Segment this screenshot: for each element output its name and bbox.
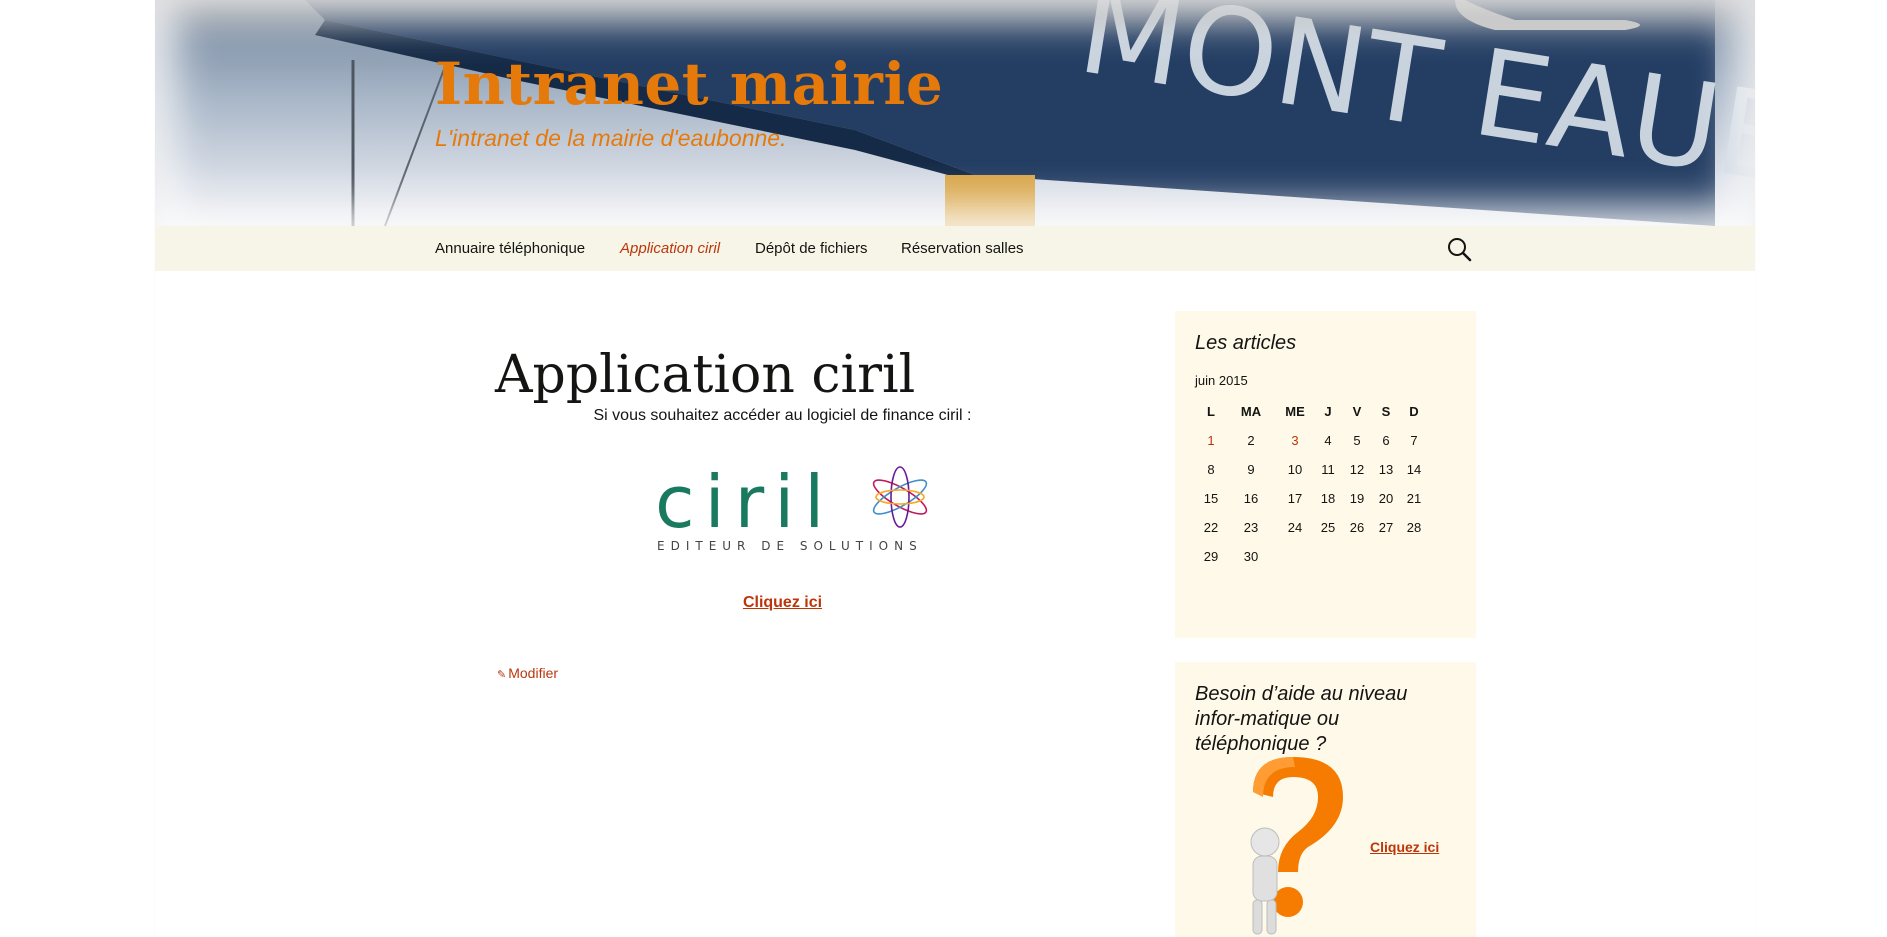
site-description: L'intranet de la mairie d'eaubonne. [435, 125, 787, 151]
search-icon[interactable] [1445, 235, 1473, 263]
calendar-day: 27 [1378, 520, 1394, 535]
calendar-day: 7 [1410, 433, 1418, 448]
calendar-day[interactable]: 3 [1275, 426, 1315, 455]
calendar-day: 30 [1243, 549, 1259, 564]
calendar-caption: juin 2015 [1195, 373, 1248, 388]
calendar-day: 10 [1287, 462, 1303, 477]
calendar-week: 8 9 10 11 12 13 14 [1195, 455, 1429, 484]
nav-item-application-ciril[interactable]: Application ciril [620, 240, 720, 257]
calendar-day: 5 [1353, 433, 1361, 448]
main-navigation: Annuaire téléphonique Application ciril … [155, 226, 1755, 271]
ciril-access-link[interactable]: Cliquez ici [495, 594, 1070, 612]
calendar-day: 19 [1349, 491, 1365, 506]
calendar-day: 8 [1207, 462, 1215, 477]
calendar-day: 24 [1287, 520, 1303, 535]
calendar-week: 15 16 17 18 19 20 21 [1195, 484, 1429, 513]
calendar-empty-cell [1315, 542, 1341, 571]
calendar-empty-cell [1341, 542, 1373, 571]
calendar-day: 12 [1349, 462, 1365, 477]
site-header-banner[interactable]: MONT EAUBONNE Intranet mairie L'intranet… [155, 0, 1755, 226]
calendar-week: 22 23 24 25 26 27 28 [1195, 513, 1429, 542]
calendar-weekday: ME [1285, 404, 1305, 419]
calendar-day: 17 [1287, 491, 1303, 506]
svg-text:ciril: ciril [655, 462, 834, 544]
nav-item-depot-fichiers[interactable]: Dépôt de fichiers [755, 240, 868, 257]
calendar-widget: Les articles juin 2015 L MA ME J V S D 1234567… [1175, 311, 1476, 638]
calendar-day[interactable]: 1 [1195, 426, 1227, 455]
calendar-widget-title: Les articles [1195, 332, 1297, 354]
calendar-week: 1 2 34 5 6 7 [1195, 426, 1429, 455]
nav-item-reservation-salles[interactable]: Réservation salles [901, 240, 1024, 257]
calendar-empty-cell [1373, 542, 1399, 571]
calendar-weekday: V [1352, 404, 1362, 419]
calendar-empty-cell [1399, 542, 1429, 571]
page-title: Application ciril [495, 344, 916, 405]
edit-label: Modifier [508, 665, 559, 681]
calendar-day: 2 [1247, 433, 1255, 448]
calendar-day: 28 [1406, 520, 1422, 535]
calendar-day: 18 [1320, 491, 1336, 506]
calendar-day: 29 [1203, 549, 1219, 564]
calendar-day: 16 [1243, 491, 1259, 506]
calendar-day: 4 [1324, 433, 1332, 448]
calendar-day: 25 [1320, 520, 1336, 535]
calendar-day: 23 [1243, 520, 1259, 535]
calendar-weekday: D [1409, 404, 1419, 419]
site-container: MONT EAUBONNE Intranet mairie L'intranet… [155, 0, 1755, 937]
calendar-table: L MA ME J V S D 1 2 3 4 5 6 7 8 9 10 11 12 13 14 15 16 17 18 19 2… [1195, 397, 1429, 571]
pencil-icon: ✎ [497, 669, 507, 681]
calendar-day: 11 [1321, 462, 1335, 477]
intro-text: Si vous souhaitez accéder au logiciel de… [593, 407, 972, 424]
calendar-day: 21 [1406, 491, 1422, 506]
calendar-day: 9 [1247, 462, 1255, 477]
calendar-day: 14 [1406, 462, 1422, 477]
calendar-weekday: MA [1240, 404, 1262, 419]
calendar-week: 29 30 [1195, 542, 1429, 571]
question-mark-figure-icon [1250, 757, 1343, 935]
calendar-day: 6 [1382, 433, 1390, 448]
calendar-day: 26 [1349, 520, 1365, 535]
calendar-weekday: S [1381, 404, 1391, 419]
svg-text:EDITEUR DE SOLUTIONS: EDITEUR DE SOLUTIONS [657, 539, 923, 552]
banner-photo: MONT EAUBONNE [305, 0, 1755, 226]
calendar-day: 22 [1203, 520, 1219, 535]
calendar-weekday: J [1324, 404, 1332, 419]
calendar-weekday: L [1207, 404, 1215, 419]
help-widget: Besoin d’aide au niveau infor-matique ou… [1175, 662, 1476, 937]
edit-link[interactable]: ✎ Modifier [497, 665, 558, 681]
nav-item-annuaire[interactable]: Annuaire téléphonique [435, 240, 585, 257]
calendar-empty-cell [1275, 542, 1315, 571]
calendar-day: 15 [1203, 491, 1219, 506]
ciril-logo: ciril EDITEUR DE SOLUTIONS [655, 462, 928, 552]
calendar-day: 13 [1378, 462, 1394, 477]
site-title[interactable]: Intranet mairie [435, 50, 943, 118]
help-link[interactable]: Cliquez ici [1370, 839, 1439, 855]
calendar-day: 20 [1378, 491, 1394, 506]
help-widget-title: Besoin d’aide au niveau infor-matique ou… [1195, 683, 1408, 755]
